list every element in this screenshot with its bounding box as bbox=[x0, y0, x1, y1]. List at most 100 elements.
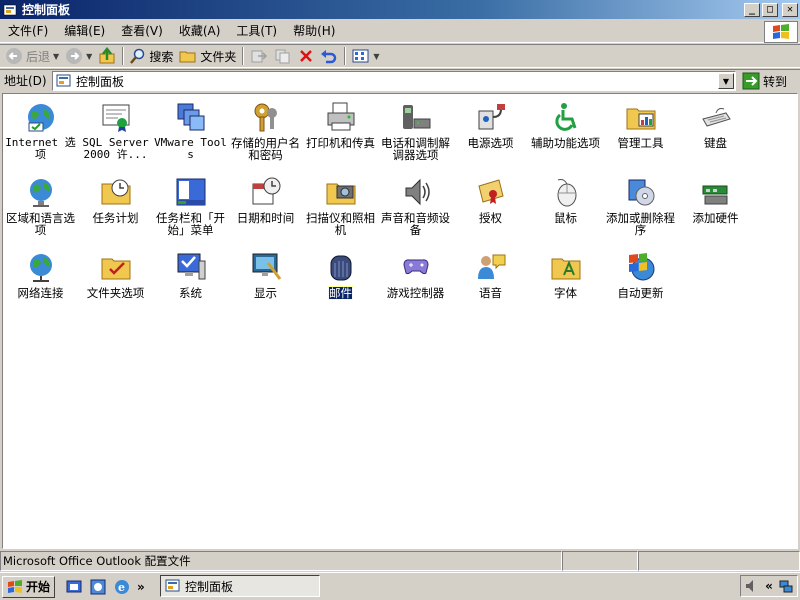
item-display[interactable]: 显示 bbox=[228, 250, 303, 299]
go-arrow-icon bbox=[742, 72, 760, 90]
delete-button[interactable] bbox=[295, 45, 317, 67]
item-folder-options[interactable]: 文件夹选项 bbox=[78, 250, 153, 299]
control-panel-view: Internet 选项 SQL Server 2000 许... VMware … bbox=[2, 93, 798, 549]
item-sounds-audio[interactable]: 声音和音频设备 bbox=[378, 175, 453, 236]
item-speech[interactable]: 语音 bbox=[453, 250, 528, 299]
internet-options-icon bbox=[24, 100, 58, 134]
quick-launch-chevron[interactable]: » bbox=[137, 580, 145, 594]
item-automatic-updates[interactable]: 自动更新 bbox=[603, 250, 678, 299]
views-button[interactable]: ▼ bbox=[349, 45, 382, 67]
forward-arrow-icon bbox=[66, 48, 83, 64]
volume-icon[interactable] bbox=[744, 578, 760, 594]
tray-expand-chevron[interactable]: « bbox=[765, 579, 773, 593]
address-input[interactable]: 控制面板 ▼ bbox=[52, 71, 736, 91]
toolbar-separator bbox=[344, 47, 347, 65]
status-cell-2 bbox=[562, 551, 638, 571]
power-options-icon bbox=[474, 100, 508, 134]
network-tray-icon[interactable] bbox=[778, 578, 794, 594]
chevron-down-icon[interactable]: ▼ bbox=[373, 52, 379, 61]
maximize-button[interactable]: □ bbox=[762, 2, 778, 17]
show-desktop-icon[interactable] bbox=[65, 578, 83, 596]
item-regional-language[interactable]: 区域和语言选项 bbox=[3, 175, 78, 236]
item-licensing[interactable]: 授权 bbox=[453, 175, 528, 224]
item-add-hardware[interactable]: 添加硬件 bbox=[678, 175, 753, 224]
item-system[interactable]: 系统 bbox=[153, 250, 228, 299]
toolbar: 后退 ▼ ▼ 搜索 文件夹 ▼ bbox=[0, 44, 800, 68]
menu-edit[interactable]: 编辑(E) bbox=[56, 22, 113, 39]
item-taskbar-start-menu[interactable]: 任务栏和「开始」菜单 bbox=[153, 175, 228, 236]
folder-icon bbox=[179, 51, 196, 63]
item-game-controllers[interactable]: 游戏控制器 bbox=[378, 250, 453, 299]
regional-language-icon bbox=[24, 175, 58, 209]
printers-faxes-icon bbox=[324, 100, 358, 134]
menu-favorites[interactable]: 收藏(A) bbox=[171, 22, 229, 39]
item-sql-server-license[interactable]: SQL Server 2000 许... bbox=[78, 100, 153, 161]
item-power-options[interactable]: 电源选项 bbox=[453, 100, 528, 149]
search-button[interactable]: 搜索 bbox=[127, 45, 176, 67]
status-bar: Microsoft Office Outlook 配置文件 bbox=[0, 551, 800, 571]
back-button[interactable]: 后退 ▼ bbox=[2, 45, 62, 67]
forward-button[interactable]: ▼ bbox=[62, 45, 95, 67]
item-internet-options[interactable]: Internet 选项 bbox=[3, 100, 78, 161]
item-scanners-cameras[interactable]: 扫描仪和照相机 bbox=[303, 175, 378, 236]
item-add-remove-programs[interactable]: 添加或删除程序 bbox=[603, 175, 678, 236]
item-date-time[interactable]: 日期和时间 bbox=[228, 175, 303, 224]
move-to-icon bbox=[251, 50, 268, 63]
window-title: 控制面板 bbox=[22, 3, 71, 17]
menu-file[interactable]: 文件(F) bbox=[0, 22, 56, 39]
views-icon bbox=[352, 49, 369, 63]
item-network-connections[interactable]: 网络连接 bbox=[3, 250, 78, 299]
system-icon bbox=[174, 250, 208, 284]
control-panel-icon bbox=[2, 2, 18, 18]
quick-launch: e » bbox=[65, 578, 145, 596]
address-bar: 地址(D) 控制面板 ▼ 转到 bbox=[0, 69, 800, 91]
address-dropdown-button[interactable]: ▼ bbox=[718, 73, 734, 89]
chevron-down-icon[interactable]: ▼ bbox=[53, 52, 59, 61]
svg-text:e: e bbox=[118, 581, 125, 594]
taskbar-item-control-panel[interactable]: 控制面板 bbox=[160, 575, 320, 597]
start-button[interactable]: 开始 bbox=[2, 575, 56, 598]
up-folder-icon bbox=[99, 47, 115, 64]
close-button[interactable]: ✕ bbox=[782, 2, 798, 17]
chevron-down-icon[interactable]: ▼ bbox=[86, 52, 92, 61]
menu-bar: 文件(F) 编辑(E) 查看(V) 收藏(A) 工具(T) 帮助(H) bbox=[0, 19, 800, 43]
windows-logo-icon bbox=[764, 21, 798, 43]
add-remove-programs-icon bbox=[624, 175, 658, 209]
up-folder-button[interactable] bbox=[95, 45, 119, 67]
address-label: 地址(D) bbox=[4, 74, 47, 88]
copy-to-icon bbox=[275, 49, 290, 64]
phone-modem-icon bbox=[399, 100, 433, 134]
item-phone-modem[interactable]: 电话和调制解调器选项 bbox=[378, 100, 453, 161]
move-to-button[interactable] bbox=[247, 45, 271, 67]
licensing-icon bbox=[474, 175, 508, 209]
minimize-button[interactable]: _ bbox=[744, 2, 760, 17]
copy-to-button[interactable] bbox=[271, 45, 295, 67]
menu-view[interactable]: 查看(V) bbox=[113, 22, 171, 39]
menu-tools[interactable]: 工具(T) bbox=[228, 22, 285, 39]
go-button[interactable]: 转到 bbox=[740, 71, 796, 91]
item-printers-faxes[interactable]: 打印机和传真 bbox=[303, 100, 378, 149]
admin-tools-icon bbox=[624, 100, 658, 134]
undo-button[interactable] bbox=[317, 45, 341, 67]
item-vmware-tools[interactable]: VMware Tools bbox=[153, 100, 228, 161]
display-icon bbox=[249, 250, 283, 284]
toolbar-separator bbox=[242, 47, 245, 65]
item-mouse[interactable]: 鼠标 bbox=[528, 175, 603, 224]
item-keyboard[interactable]: 键盘 bbox=[678, 100, 753, 149]
folders-button[interactable]: 文件夹 bbox=[176, 45, 239, 67]
back-arrow-icon bbox=[6, 48, 22, 64]
item-mail[interactable]: 邮件 bbox=[303, 250, 378, 300]
sounds-audio-icon bbox=[399, 175, 433, 209]
keyboard-icon bbox=[699, 100, 733, 134]
item-stored-passwords[interactable]: 存储的用户名和密码 bbox=[228, 100, 303, 161]
item-accessibility[interactable]: 辅助功能选项 bbox=[528, 100, 603, 149]
menu-help[interactable]: 帮助(H) bbox=[285, 22, 343, 39]
item-scheduled-tasks[interactable]: 任务计划 bbox=[78, 175, 153, 224]
title-bar[interactable]: 控制面板 _ □ ✕ bbox=[0, 0, 800, 19]
item-admin-tools[interactable]: 管理工具 bbox=[603, 100, 678, 149]
internet-explorer-icon[interactable]: e bbox=[113, 578, 131, 596]
windows-logo-icon bbox=[8, 579, 22, 593]
network-connections-icon bbox=[24, 250, 58, 284]
item-fonts[interactable]: 字体 bbox=[528, 250, 603, 299]
explorer-icon[interactable] bbox=[89, 578, 107, 596]
